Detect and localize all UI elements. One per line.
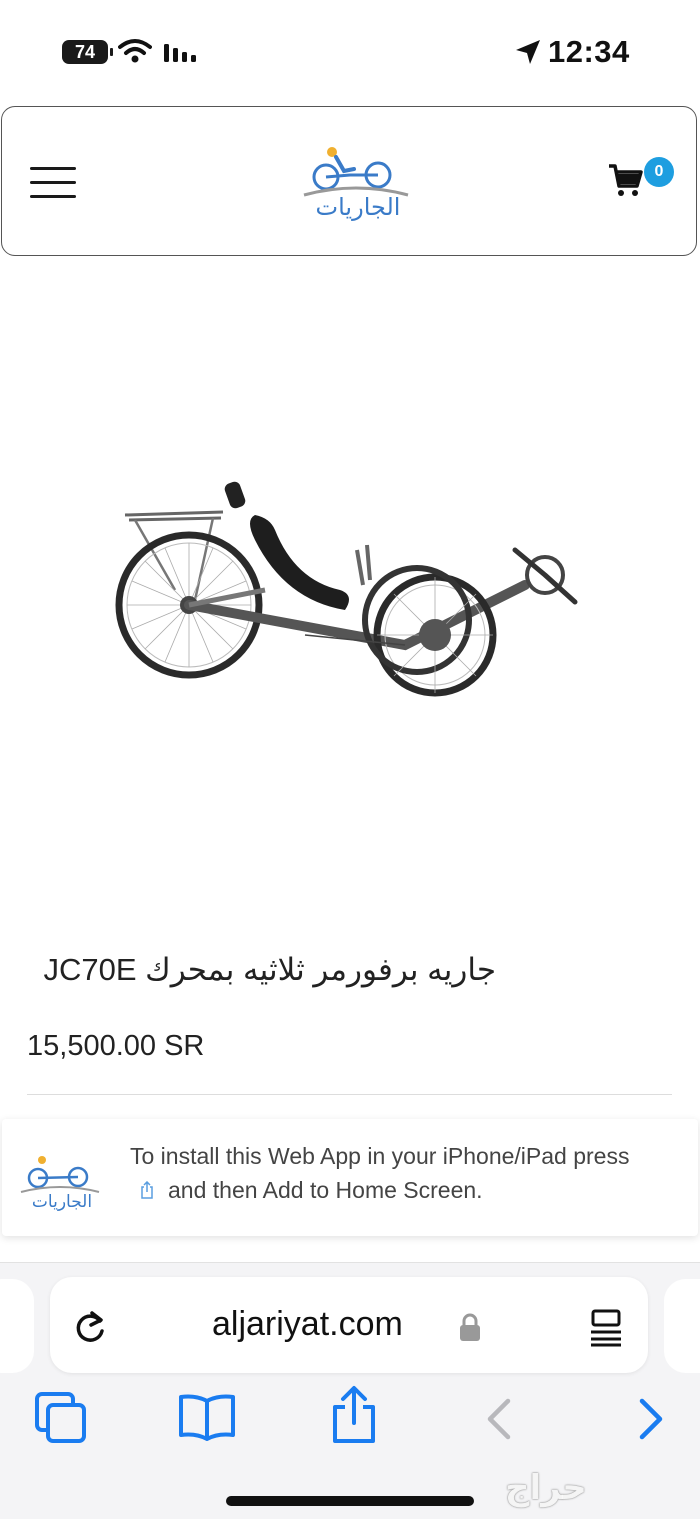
- status-time: 12:34: [548, 34, 630, 69]
- site-logo[interactable]: الجاريات: [300, 145, 412, 223]
- location-arrow-icon: [516, 40, 540, 64]
- browser-toolbar: aljariyat.com حراج: [0, 1262, 700, 1519]
- wifi-icon: [118, 39, 152, 63]
- product-image[interactable]: [105, 470, 585, 710]
- reader-mode-icon[interactable]: [588, 1307, 624, 1347]
- signal-icon: [164, 44, 196, 62]
- hamburger-menu-button[interactable]: [30, 167, 76, 201]
- install-instruction-line1: To install this Web App in your iPhone/i…: [130, 1143, 630, 1169]
- address-bar[interactable]: aljariyat.com: [50, 1277, 648, 1373]
- install-instruction-line2: and then Add to Home Screen.: [168, 1177, 483, 1203]
- cart-icon[interactable]: [607, 162, 643, 198]
- install-web-app-banner[interactable]: الجاريات To install this Web App in your…: [2, 1119, 698, 1236]
- back-chevron-icon[interactable]: [484, 1397, 514, 1441]
- share-icon: [141, 1181, 153, 1199]
- cart-count-badge: 0: [644, 157, 674, 187]
- url-text: aljariyat.com: [212, 1305, 403, 1343]
- reload-icon[interactable]: [72, 1307, 108, 1347]
- next-tab-preview[interactable]: [664, 1279, 700, 1373]
- lock-icon: [460, 1313, 480, 1341]
- logo-text: الجاريات: [316, 193, 401, 221]
- share-icon[interactable]: [330, 1385, 378, 1445]
- watermark: حراج: [505, 1469, 587, 1507]
- product-price: 15,500.00 SR: [27, 1030, 205, 1062]
- battery-indicator: 74: [62, 40, 113, 64]
- status-bar: 74 12:34: [0, 0, 700, 100]
- site-header: الجاريات 0: [1, 106, 697, 256]
- previous-tab-preview[interactable]: [0, 1279, 34, 1373]
- banner-logo: الجاريات: [20, 1156, 100, 1211]
- forward-chevron-icon[interactable]: [636, 1397, 666, 1441]
- bookmarks-icon[interactable]: [178, 1393, 236, 1443]
- banner-logo-text: الجاريات: [32, 1192, 92, 1211]
- tabs-icon[interactable]: [34, 1391, 88, 1445]
- home-indicator[interactable]: [226, 1496, 474, 1506]
- product-title: جاريه برفورمر ثلاثيه بمحرك JC70E: [43, 952, 496, 987]
- divider: [27, 1094, 672, 1095]
